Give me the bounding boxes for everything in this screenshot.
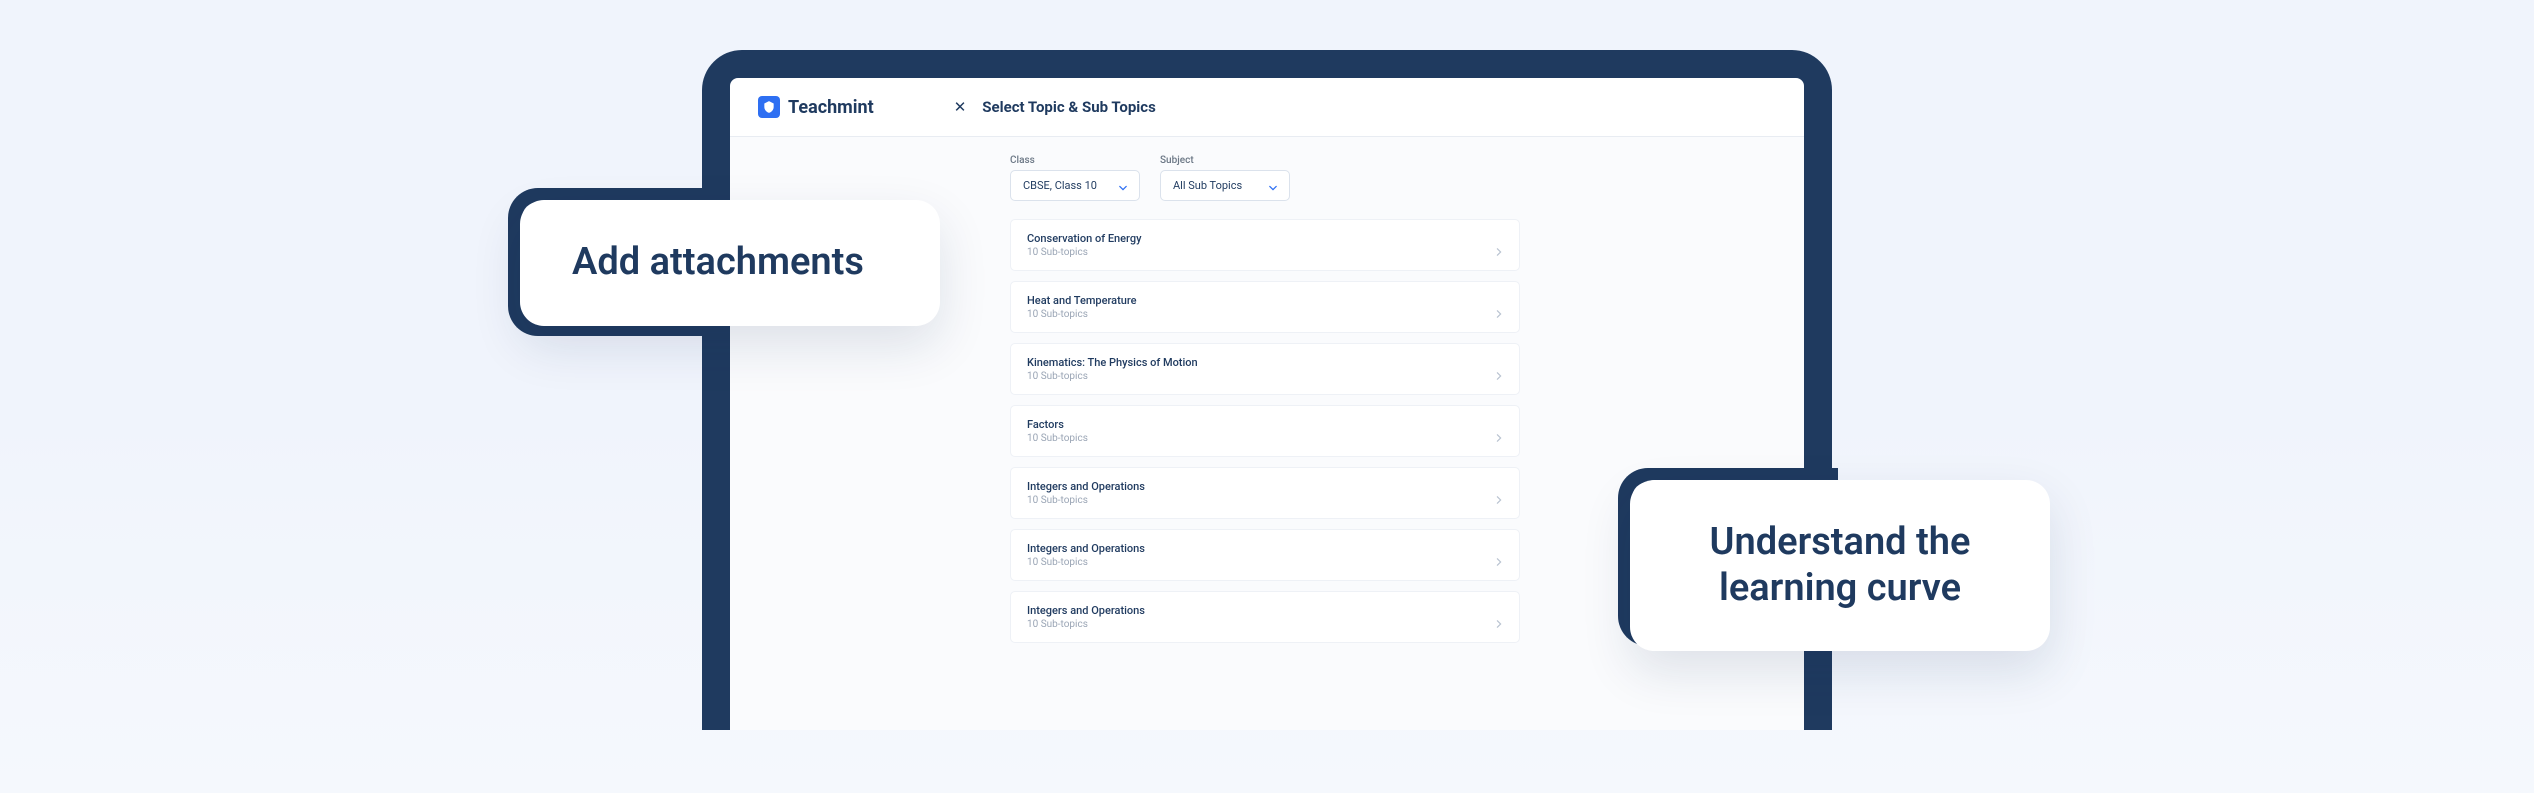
- filter-subject-label: Subject: [1160, 155, 1290, 166]
- class-select[interactable]: CBSE, Class 10: [1010, 170, 1140, 201]
- brand-shield-icon: [758, 96, 780, 118]
- topic-title: Factors: [1027, 418, 1088, 431]
- topic-title: Conservation of Energy: [1027, 232, 1141, 245]
- chevron-right-icon: [1495, 551, 1503, 559]
- brand-name: Teachmint: [788, 97, 874, 118]
- chevron-down-icon: [1269, 182, 1277, 190]
- filter-row: Class CBSE, Class 10 Subject All Sub Top…: [1010, 155, 1776, 201]
- topic-title: Heat and Temperature: [1027, 294, 1137, 307]
- topic-row[interactable]: Integers and Operations 10 Sub-topics: [1010, 467, 1520, 519]
- subject-select-value: All Sub Topics: [1173, 179, 1242, 192]
- topic-title: Integers and Operations: [1027, 480, 1145, 493]
- chevron-right-icon: [1495, 241, 1503, 249]
- topic-title: Kinematics: The Physics of Motion: [1027, 356, 1198, 369]
- topic-list: Conservation of Energy 10 Sub-topics Hea…: [1010, 219, 1520, 643]
- page-title: Select Topic & Sub Topics: [982, 98, 1156, 116]
- chevron-right-icon: [1495, 427, 1503, 435]
- app-header: Teachmint ✕ Select Topic & Sub Topics: [730, 78, 1804, 137]
- topic-title: Integers and Operations: [1027, 542, 1145, 555]
- topic-subtitle: 10 Sub-topics: [1027, 495, 1145, 506]
- topic-subtitle: 10 Sub-topics: [1027, 309, 1137, 320]
- filter-class: Class CBSE, Class 10: [1010, 155, 1140, 201]
- brand[interactable]: Teachmint: [758, 96, 874, 118]
- page-title-wrap: ✕ Select Topic & Sub Topics: [954, 98, 1156, 116]
- topic-subtitle: 10 Sub-topics: [1027, 619, 1145, 630]
- topic-title: Integers and Operations: [1027, 604, 1145, 617]
- class-select-value: CBSE, Class 10: [1023, 179, 1097, 192]
- topic-subtitle: 10 Sub-topics: [1027, 247, 1141, 258]
- callout-left-text: Add attachments: [572, 240, 864, 284]
- topic-row[interactable]: Integers and Operations 10 Sub-topics: [1010, 591, 1520, 643]
- topic-row[interactable]: Heat and Temperature 10 Sub-topics: [1010, 281, 1520, 333]
- topic-row[interactable]: Kinematics: The Physics of Motion 10 Sub…: [1010, 343, 1520, 395]
- topic-row[interactable]: Conservation of Energy 10 Sub-topics: [1010, 219, 1520, 271]
- filter-subject: Subject All Sub Topics: [1160, 155, 1290, 201]
- callout-right-text: Understand the learning curve: [1710, 520, 1971, 610]
- topic-subtitle: 10 Sub-topics: [1027, 433, 1088, 444]
- callout-learning-curve: Understand the learning curve: [1630, 480, 2050, 651]
- chevron-right-icon: [1495, 303, 1503, 311]
- topic-row[interactable]: Integers and Operations 10 Sub-topics: [1010, 529, 1520, 581]
- callout-add-attachments: Add attachments: [520, 200, 940, 326]
- chevron-right-icon: [1495, 365, 1503, 373]
- topic-subtitle: 10 Sub-topics: [1027, 371, 1198, 382]
- topic-row[interactable]: Factors 10 Sub-topics: [1010, 405, 1520, 457]
- filter-class-label: Class: [1010, 155, 1140, 166]
- subject-select[interactable]: All Sub Topics: [1160, 170, 1290, 201]
- chevron-right-icon: [1495, 489, 1503, 497]
- close-icon[interactable]: ✕: [954, 98, 967, 116]
- topic-subtitle: 10 Sub-topics: [1027, 557, 1145, 568]
- chevron-down-icon: [1119, 182, 1127, 190]
- chevron-right-icon: [1495, 613, 1503, 621]
